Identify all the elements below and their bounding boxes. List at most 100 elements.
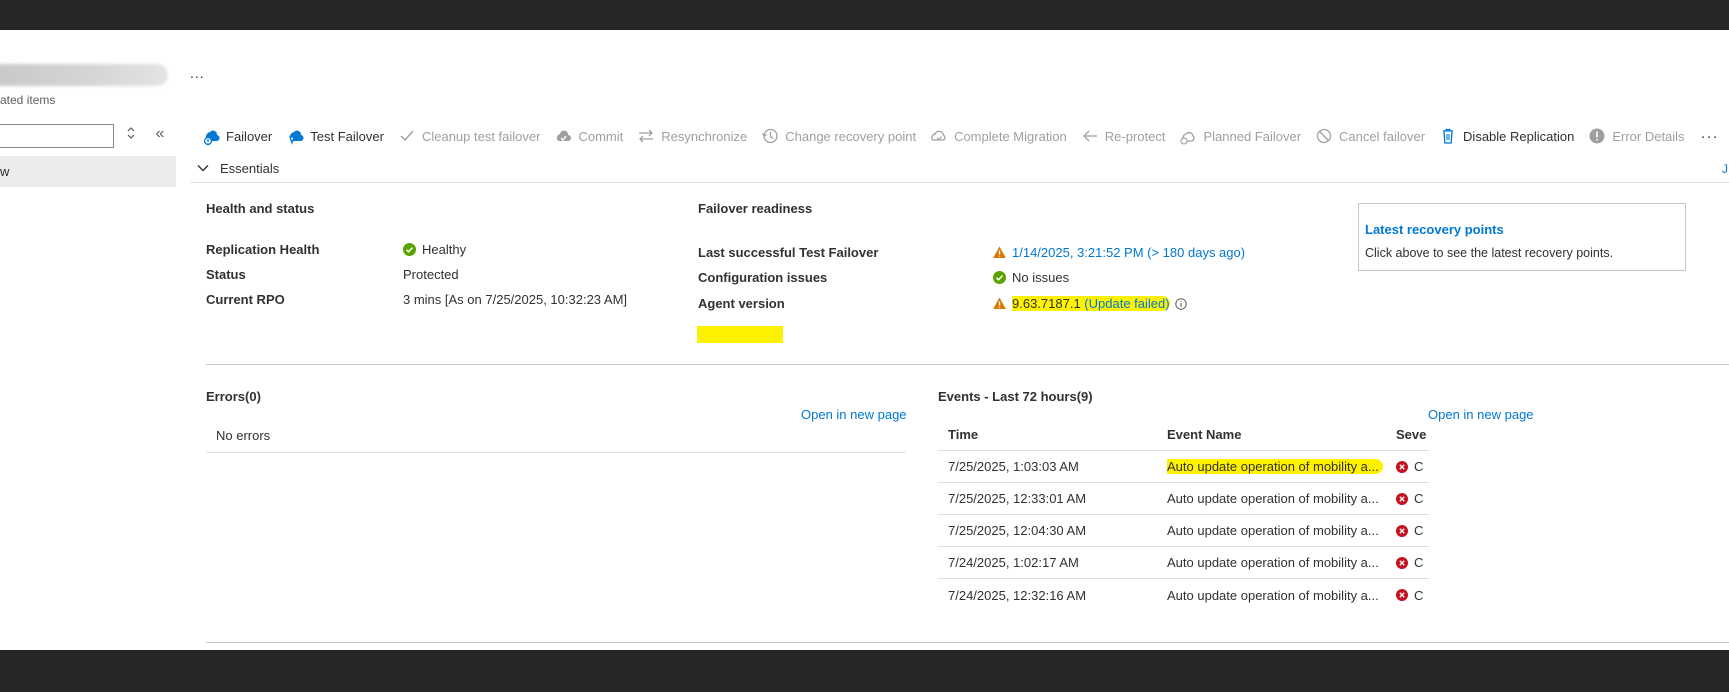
complete-migration-label: Complete Migration	[954, 128, 1067, 144]
disable-replication-label: Disable Replication	[1463, 128, 1575, 144]
replication-health-text: Healthy	[422, 242, 467, 257]
planned-failover-icon	[1179, 127, 1197, 145]
severity-text: C	[1414, 523, 1424, 538]
errors-row-divider	[206, 452, 906, 453]
chevron-down-icon	[197, 165, 209, 172]
event-severity: C	[1396, 555, 1429, 570]
replication-health-value: Healthy	[403, 242, 466, 257]
failover-readiness-title: Failover readiness	[698, 201, 813, 216]
resynchronize-label: Resynchronize	[661, 128, 748, 144]
portal-frame: ated items ... « w Failover Test Failove…	[0, 30, 1729, 650]
sort-icon[interactable]	[124, 126, 138, 144]
taskbar-strip	[0, 650, 1729, 692]
last-test-failover-value[interactable]: 1/14/2025, 3:21:52 PM (> 180 days ago)	[993, 245, 1245, 260]
cleanup-test-failover-button[interactable]: Cleanup test failover	[398, 124, 540, 148]
table-row[interactable]: 7/25/2025, 12:04:30 AM Auto update opera…	[938, 515, 1429, 547]
essentials-label: Essentials	[220, 160, 280, 176]
event-time: 7/24/2025, 1:02:17 AM	[948, 555, 1079, 570]
latest-recovery-points-link[interactable]: Latest recovery points	[1365, 222, 1685, 237]
error-x-icon	[1396, 589, 1408, 601]
latest-recovery-points-card[interactable]: Latest recovery points Click above to se…	[1358, 203, 1686, 271]
column-header-time[interactable]: Time	[938, 427, 1167, 442]
json-view-link[interactable]: J	[1722, 162, 1728, 176]
current-rpo-value: 3 mins [As on 7/25/2025, 10:32:23 AM]	[403, 292, 628, 307]
latest-recovery-points-hint: Click above to see the latest recovery p…	[1365, 246, 1614, 260]
event-severity: C	[1396, 588, 1429, 603]
re-protect-label: Re-protect	[1104, 128, 1166, 144]
cancel-failover-button[interactable]: Cancel failover	[1315, 124, 1425, 148]
event-name: Auto update operation of mobility a...	[1167, 555, 1379, 570]
event-time: 7/25/2025, 12:33:01 AM	[948, 491, 1087, 506]
arrow-left-icon	[1081, 127, 1099, 145]
nav-item-overview[interactable]: w	[0, 156, 176, 187]
resync-icon	[637, 127, 655, 145]
essentials-toggle[interactable]: Essentials	[196, 156, 279, 180]
test-failover-button[interactable]: Test Failover	[286, 124, 384, 148]
cancel-icon	[1315, 127, 1333, 145]
error-x-icon	[1396, 556, 1408, 569]
change-recovery-point-button[interactable]: Change recovery point	[761, 124, 916, 148]
configuration-issues-text: No issues	[1012, 270, 1070, 285]
blade-subtitle: ated items	[0, 93, 56, 107]
status-value: Protected	[403, 267, 459, 282]
healthy-check-icon	[403, 243, 416, 256]
collapse-double-chevron-icon[interactable]: «	[152, 124, 168, 144]
error-x-icon	[1396, 492, 1408, 505]
severity-text: C	[1414, 555, 1424, 570]
events-table: Time Event Name Seve 7/25/2025, 1:03:03 …	[938, 419, 1429, 611]
no-errors-text: No errors	[216, 428, 271, 443]
failover-button[interactable]: Failover	[202, 124, 272, 148]
table-row[interactable]: 7/25/2025, 1:03:03 AM Auto update operat…	[938, 451, 1429, 483]
replication-health-label: Replication Health	[206, 242, 320, 257]
configuration-issues-label: Configuration issues	[698, 270, 828, 285]
column-header-severity[interactable]: Seve	[1396, 427, 1429, 442]
event-time: 7/24/2025, 12:32:16 AM	[948, 587, 1087, 603]
bottom-divider	[206, 642, 1729, 643]
last-test-failover-label: Last successful Test Failover	[698, 245, 879, 260]
severity-text: C	[1414, 459, 1424, 474]
trash-icon	[1439, 127, 1457, 145]
configuration-issues-value: No issues	[993, 270, 1069, 285]
events-title: Events - Last 72 hours(9)	[938, 389, 1093, 404]
planned-failover-label: Planned Failover	[1203, 128, 1302, 144]
error-info-icon	[1588, 127, 1606, 145]
errors-open-new-page-link[interactable]: Open in new page	[801, 407, 907, 422]
re-protect-button[interactable]: Re-protect	[1081, 124, 1166, 148]
check-icon	[398, 127, 416, 145]
event-name: Auto update operation of mobility a...	[1167, 491, 1379, 506]
complete-migration-button[interactable]: Complete Migration	[930, 124, 1067, 148]
resynchronize-button[interactable]: Resynchronize	[637, 124, 747, 148]
update-failed-link[interactable]: (Update failed)	[1081, 296, 1169, 311]
status-label: Status	[206, 267, 246, 282]
warning-icon	[993, 297, 1006, 309]
event-severity: C	[1396, 491, 1429, 506]
agent-version-value: 9.63.7187.1 (Update failed)	[993, 296, 1187, 311]
event-severity: C	[1396, 523, 1429, 538]
column-header-event-name[interactable]: Event Name	[1167, 427, 1396, 442]
health-status-title: Health and status	[206, 201, 315, 216]
history-icon	[761, 127, 779, 145]
error-details-button[interactable]: Error Details	[1588, 124, 1685, 148]
toolbar-more-button[interactable]: ···	[1701, 128, 1719, 145]
agent-version-highlight	[697, 326, 783, 343]
filter-input[interactable]	[0, 124, 114, 148]
event-name: Auto update operation of mobility a...	[1167, 459, 1396, 474]
events-table-header: Time Event Name Seve	[938, 419, 1429, 451]
title-more-button[interactable]: ...	[190, 65, 205, 81]
errors-title: Errors(0)	[206, 389, 261, 404]
table-row[interactable]: 7/24/2025, 1:02:17 AM Auto update operat…	[938, 547, 1429, 579]
cloud-icon	[930, 127, 948, 145]
disable-replication-button[interactable]: Disable Replication	[1439, 124, 1574, 148]
test-failover-label: Test Failover	[310, 128, 384, 144]
severity-text: C	[1414, 491, 1424, 506]
agent-version-label: Agent version	[698, 296, 785, 311]
commit-icon	[554, 127, 572, 145]
commit-button[interactable]: Commit	[554, 124, 623, 148]
event-name-highlighted: Auto update operation of mobility a...	[1167, 459, 1383, 474]
table-row[interactable]: 7/24/2025, 12:32:16 AM Auto update opera…	[938, 579, 1429, 611]
planned-failover-button[interactable]: Planned Failover	[1179, 124, 1301, 148]
info-icon[interactable]	[1174, 297, 1187, 310]
event-name: Auto update operation of mobility a...	[1167, 523, 1379, 538]
events-open-new-page-link[interactable]: Open in new page	[1428, 407, 1534, 422]
table-row[interactable]: 7/25/2025, 12:33:01 AM Auto update opera…	[938, 483, 1429, 515]
